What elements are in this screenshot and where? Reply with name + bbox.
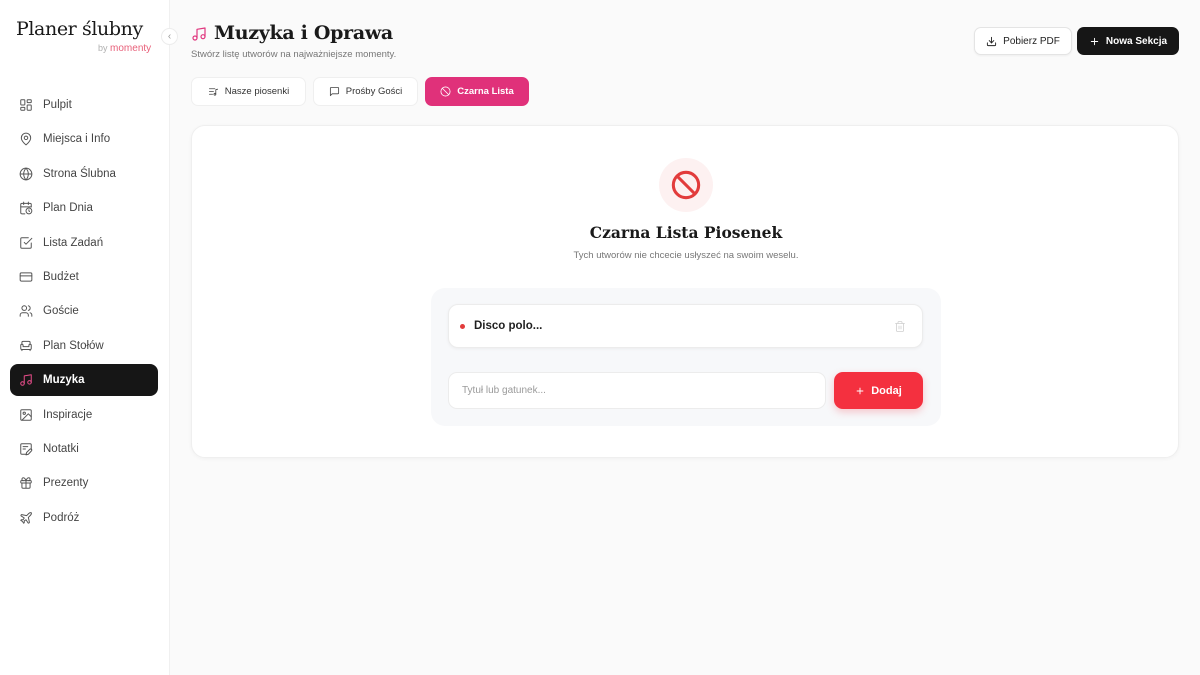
sidebar-nav: Pulpit Miejsca i Info Strona Ślubna Plan… <box>10 89 158 536</box>
map-pin-icon <box>19 132 33 146</box>
brand-title: Planer ślubny <box>16 18 143 40</box>
trash-icon[interactable] <box>894 320 906 333</box>
users-icon <box>19 304 33 318</box>
sidebar-item-label: Goście <box>43 305 79 318</box>
sidebar-item-label: Inspiracje <box>43 408 93 421</box>
sidebar-item-label: Lista Zadań <box>43 236 104 249</box>
brand-logo[interactable]: Planer ślubny by momenty <box>16 18 151 54</box>
armchair-icon <box>19 339 33 353</box>
brand-subtitle: by momenty <box>98 43 151 54</box>
sidebar-item-podroz[interactable]: Podróż <box>10 502 158 534</box>
plane-icon <box>19 511 33 525</box>
check-square-icon <box>19 236 33 250</box>
sidebar-item-strona[interactable]: Strona Ślubna <box>10 158 158 190</box>
download-icon <box>987 36 997 46</box>
sidebar-item-notatki[interactable]: Notatki <box>10 433 158 465</box>
music-icon <box>19 373 33 387</box>
tab-czarna-lista[interactable]: Czarna Lista <box>425 77 529 106</box>
credit-card-icon <box>19 270 33 284</box>
blacklist-card: Czarna Lista Piosenek Tych utworów nie c… <box>191 125 1179 458</box>
note-icon <box>19 442 33 456</box>
sidebar-item-label: Plan Dnia <box>43 202 93 215</box>
list-music-icon <box>208 88 218 96</box>
sidebar-collapse-button[interactable]: ‹ <box>161 28 178 45</box>
sidebar-item-label: Pulpit <box>43 99 72 111</box>
sidebar-item-miejsca[interactable]: Miejsca i Info <box>10 123 158 155</box>
song-title: Disco polo... <box>474 320 543 332</box>
blacklist-subtitle: Tych utworów nie chcecie usłyszeć na swo… <box>573 250 799 261</box>
new-section-button[interactable]: Nowa Sekcja <box>1077 27 1179 55</box>
status-dot <box>460 323 465 329</box>
calendar-clock-icon <box>19 201 33 215</box>
sidebar-item-label: Podróż <box>43 511 80 524</box>
sidebar-item-label: Muzyka <box>43 374 85 387</box>
sidebar-item-label: Prezenty <box>43 477 89 490</box>
tab-nasze-piosenki[interactable]: Nasze piosenki <box>191 77 306 106</box>
sidebar-item-pulpit[interactable]: Pulpit <box>10 89 158 121</box>
page-title: Muzyka i Oprawa <box>214 22 393 44</box>
music-icon <box>191 26 207 42</box>
sidebar-item-label: Miejsca i Info <box>43 133 111 146</box>
brand-sub-name: momenty <box>110 43 152 54</box>
sidebar-item-label: Budżet <box>43 270 79 283</box>
grid-icon <box>19 98 33 112</box>
image-icon <box>19 408 33 422</box>
sidebar: Planer ślubny by momenty Pulpit Miejsca … <box>0 0 170 675</box>
blacklist-panel: Disco polo... Dodaj <box>431 288 941 426</box>
brand-sub-prefix: by <box>98 43 108 53</box>
message-icon <box>329 86 339 97</box>
add-button[interactable]: Dodaj <box>834 372 923 409</box>
globe-icon <box>19 167 33 181</box>
add-button-label: Dodaj <box>871 384 902 397</box>
download-pdf-label: Pobierz PDF <box>1003 35 1060 47</box>
new-section-label: Nowa Sekcja <box>1105 35 1168 47</box>
sidebar-item-plan-stolow[interactable]: Plan Stołów <box>10 330 158 362</box>
tab-label: Nasze piosenki <box>224 86 290 97</box>
sidebar-item-muzyka[interactable]: Muzyka <box>10 364 158 397</box>
sidebar-item-goscie[interactable]: Goście <box>10 295 158 327</box>
sidebar-item-plan-dnia[interactable]: Plan Dnia <box>10 192 158 224</box>
tab-label: Czarna Lista <box>457 86 514 97</box>
sidebar-item-prezenty[interactable]: Prezenty <box>10 467 158 499</box>
list-item: Disco polo... <box>448 304 923 348</box>
sidebar-item-inspiracje[interactable]: Inspiracje <box>10 399 158 431</box>
sidebar-item-label: Plan Stołów <box>43 339 104 352</box>
download-pdf-button[interactable]: Pobierz PDF <box>974 27 1072 55</box>
blacklist-title: Czarna Lista Piosenek <box>589 223 783 242</box>
plus-icon <box>856 387 864 394</box>
ban-icon <box>659 158 713 212</box>
tab-prosby-gosci[interactable]: Prośby Gości <box>313 77 418 106</box>
sidebar-item-label: Notatki <box>43 442 79 455</box>
sidebar-item-label: Strona Ślubna <box>43 167 116 180</box>
plus-icon <box>1090 37 1099 45</box>
sidebar-item-budzet[interactable]: Budżet <box>10 261 158 293</box>
tab-label: Prośby Gości <box>345 86 403 97</box>
ban-icon <box>440 86 451 97</box>
song-title-input[interactable] <box>448 372 826 409</box>
gift-icon <box>19 476 33 490</box>
sidebar-item-lista-zadan[interactable]: Lista Zadań <box>10 227 158 259</box>
page-subtitle: Stwórz listę utworów na najważniejsze mo… <box>191 49 397 60</box>
